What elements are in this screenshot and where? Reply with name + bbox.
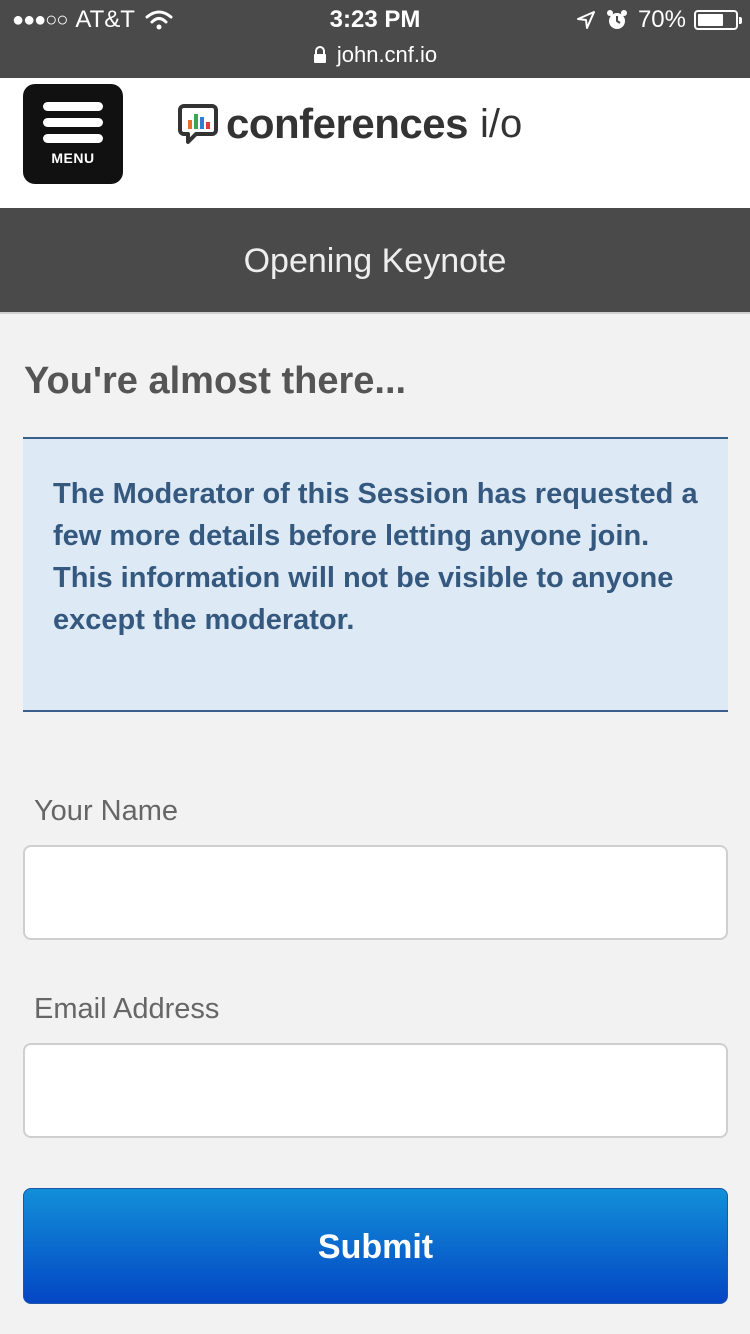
battery-fill xyxy=(698,14,724,26)
speech-bubble-chart-icon xyxy=(178,104,218,144)
lock-icon xyxy=(313,46,326,63)
hamburger-icon xyxy=(43,118,103,127)
battery-nub xyxy=(739,17,742,24)
name-input[interactable] xyxy=(23,845,728,940)
logo-text: conferences xyxy=(226,100,468,147)
moderator-notice: The Moderator of this Session has reques… xyxy=(23,437,728,712)
hamburger-icon xyxy=(43,134,103,143)
url-text: john.cnf.io xyxy=(336,42,438,67)
alarm-clock-icon xyxy=(606,10,627,29)
email-label: Email Address xyxy=(34,993,220,1025)
location-arrow-icon xyxy=(576,11,595,29)
hamburger-icon xyxy=(43,102,103,111)
name-label: Your Name xyxy=(34,795,179,827)
site-header: MENU conferences i/o xyxy=(0,78,750,208)
menu-button[interactable]: MENU xyxy=(23,84,123,184)
status-right: 70% xyxy=(576,6,742,34)
status-bar: ●●●○○ AT&T 3:23 PM 70% john.cnf.io xyxy=(0,0,750,78)
battery-percent: 70% xyxy=(637,6,686,33)
email-input[interactable] xyxy=(23,1043,728,1138)
logo[interactable]: conferences i/o xyxy=(178,100,522,148)
battery-icon xyxy=(694,10,742,30)
page-heading: You're almost there... xyxy=(24,360,407,402)
logo-suffix: i/o xyxy=(479,101,523,146)
menu-label: MENU xyxy=(51,150,95,166)
submit-button[interactable]: Submit xyxy=(23,1188,728,1304)
session-title: Opening Keynote xyxy=(0,208,750,314)
address-bar[interactable]: john.cnf.io xyxy=(0,42,750,68)
